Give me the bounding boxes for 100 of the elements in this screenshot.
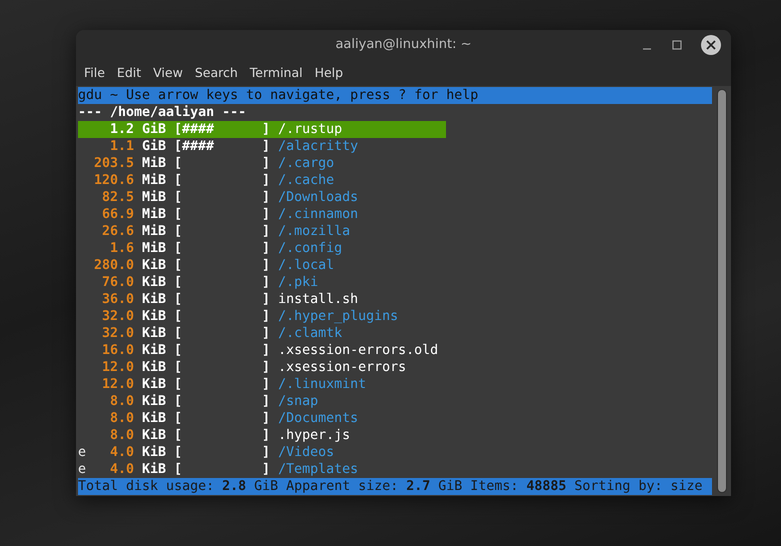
entry-name[interactable]: /alacritty [278, 138, 358, 155]
list-row[interactable]: 66.9 MiB [ ] /.cinnamon [78, 206, 446, 223]
size-value: 8.0 [108, 393, 134, 410]
list-row[interactable]: 76.0 KiB [ ] /.pki [78, 274, 446, 291]
close-icon[interactable] [701, 35, 721, 55]
usage-bar-text: [ ] [174, 172, 270, 189]
list-row[interactable]: 8.0 KiB [ ] .hyper.js [78, 427, 446, 444]
size-value: 4.0 [108, 461, 134, 478]
usage-bar-text: [ ] [174, 376, 270, 393]
menu-item[interactable]: Help [308, 65, 350, 80]
list-row[interactable]: 1.6 MiB [ ] /.config [78, 240, 446, 257]
list-row[interactable]: 8.0 KiB [ ] /snap [78, 393, 446, 410]
entry-name[interactable]: /.mozilla [278, 223, 350, 240]
entry-name[interactable]: install.sh [278, 291, 358, 308]
usage-bar-text: [#### ] [174, 121, 270, 138]
entry-name[interactable]: /Downloads [278, 189, 358, 206]
size-unit: GiB [142, 138, 166, 155]
list-row[interactable]: 32.0 KiB [ ] /.clamtk [78, 325, 446, 342]
list-row[interactable]: 203.5 MiB [ ] /.cargo [78, 155, 446, 172]
list-row[interactable]: 280.0 KiB [ ] /.local [78, 257, 446, 274]
usage-bar-text: [ ] [174, 444, 270, 461]
entry-name[interactable]: /Videos [278, 444, 334, 461]
list-row[interactable]: e 4.0 KiB [ ] /Templates [78, 461, 446, 478]
size-unit: MiB [142, 155, 166, 172]
size-value: 1.1 [108, 138, 134, 155]
entry-name[interactable]: /.cargo [278, 155, 334, 172]
list-row[interactable]: 12.0 KiB [ ] .xsession-errors [78, 359, 446, 376]
size-unit: KiB [142, 308, 166, 325]
size-value: 1.2 [108, 121, 134, 138]
list-row[interactable]: 120.6 MiB [ ] /.cache [78, 172, 446, 189]
entry-name[interactable]: /.local [278, 257, 334, 274]
entry-name[interactable]: /Templates [278, 461, 358, 478]
scrollbar[interactable] [717, 89, 727, 493]
usage-bar-text: [ ] [174, 427, 270, 444]
menu-item[interactable]: File [78, 65, 111, 80]
list-row[interactable]: 36.0 KiB [ ] install.sh [78, 291, 446, 308]
entry-name[interactable]: /.linuxmint [278, 376, 366, 393]
size-value: 280.0 [94, 257, 134, 274]
list-row[interactable]: 1.2 GiB [#### ] /.rustup [78, 121, 446, 138]
menu-item[interactable]: Search [188, 65, 244, 80]
list-row[interactable]: 32.0 KiB [ ] /.hyper_plugins [78, 308, 446, 325]
usage-bar-text: [ ] [174, 257, 270, 274]
size-unit: GiB [142, 121, 166, 138]
size-unit: KiB [142, 359, 166, 376]
menu-item[interactable]: Terminal [244, 65, 309, 80]
flag-text: e [78, 444, 88, 461]
entry-name[interactable]: /.pki [278, 274, 318, 291]
list-row[interactable]: e 4.0 KiB [ ] /Videos [78, 444, 446, 461]
list-row[interactable]: 8.0 KiB [ ] /Documents [78, 410, 446, 427]
usage-bar-text: [#### ] [174, 138, 270, 155]
usage-bar-text: [ ] [174, 206, 270, 223]
usage-bar-text: [ ] [174, 359, 270, 376]
size-value: 66.9 [100, 206, 134, 223]
entry-name[interactable]: /.hyper_plugins [278, 308, 398, 325]
path-heading: --- /home/aaliyan --- [78, 104, 246, 121]
entry-name[interactable]: .xsession-errors [278, 359, 406, 376]
usage-bar-text: [ ] [174, 189, 270, 206]
list-row[interactable]: 12.0 KiB [ ] /.linuxmint [78, 376, 446, 393]
size-unit: MiB [142, 189, 166, 206]
list-row[interactable]: 16.0 KiB [ ] .xsession-errors.old [78, 342, 446, 359]
size-unit: KiB [142, 461, 166, 478]
entry-name[interactable]: /.clamtk [278, 325, 342, 342]
list-row[interactable]: 1.1 GiB [#### ] /alacritty [78, 138, 446, 155]
usage-bar-text: [ ] [174, 410, 270, 427]
size-value: 8.0 [108, 410, 134, 427]
size-unit: KiB [142, 291, 166, 308]
size-unit: KiB [142, 257, 166, 274]
usage-bar-text: [ ] [174, 461, 270, 478]
menu-item[interactable]: Edit [110, 65, 148, 80]
size-value: 12.0 [100, 376, 134, 393]
maximize-icon[interactable] [671, 39, 683, 51]
entry-name[interactable]: /.cinnamon [278, 206, 358, 223]
size-unit: KiB [142, 410, 166, 427]
entry-name[interactable]: /snap [278, 393, 318, 410]
size-unit: KiB [142, 427, 166, 444]
entry-name[interactable]: .xsession-errors.old [278, 342, 438, 359]
status-bar: Total disk usage: 2.8 GiB Apparent size: 2.7 GiB Items: 48885 Sorting by: size [78, 478, 712, 495]
size-unit: KiB [142, 325, 166, 342]
window-title: aaliyan@linuxhint: ~ [335, 37, 472, 52]
menu-item[interactable]: View [147, 65, 189, 80]
entry-name[interactable]: .hyper.js [278, 427, 350, 444]
list-row[interactable]: 82.5 MiB [ ] /Downloads [78, 189, 446, 206]
flag-text: e [78, 461, 88, 478]
size-value: 120.6 [94, 172, 134, 189]
list-row[interactable]: 26.6 MiB [ ] /.mozilla [78, 223, 446, 240]
size-value: 32.0 [100, 325, 134, 342]
size-value: 8.0 [108, 427, 134, 444]
entry-name[interactable]: /.config [278, 240, 342, 257]
entry-name[interactable]: /.cache [278, 172, 334, 189]
entry-name[interactable]: /Documents [278, 410, 358, 427]
usage-bar-text: [ ] [174, 308, 270, 325]
size-value: 1.6 [108, 240, 134, 257]
usage-bar-text: [ ] [174, 240, 270, 257]
size-unit: KiB [142, 342, 166, 359]
entry-name[interactable]: /.rustup [278, 121, 342, 138]
help-bar: gdu ~ Use arrow keys to navigate, press ? for help [78, 87, 712, 104]
size-value: 16.0 [100, 342, 134, 359]
size-unit: MiB [142, 240, 166, 257]
size-unit: MiB [142, 206, 166, 223]
usage-bar-text: [ ] [174, 325, 270, 342]
